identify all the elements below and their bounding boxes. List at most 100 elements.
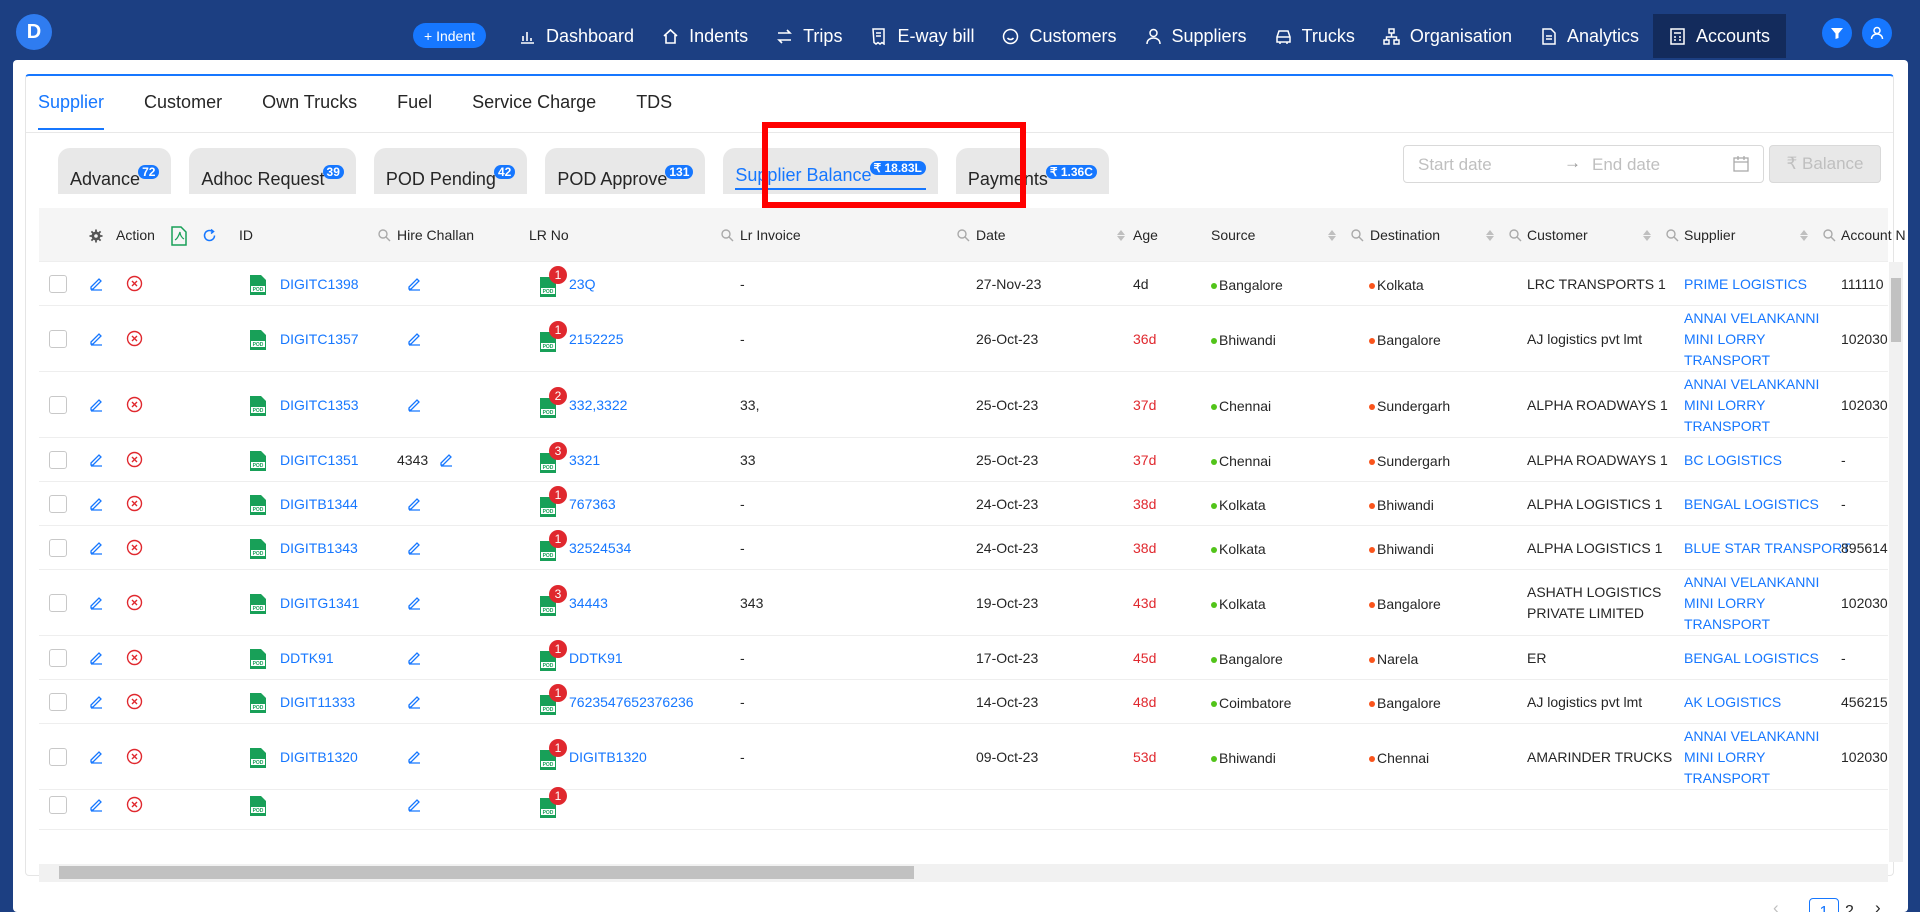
supplier-link[interactable]: ANNAI VELANKANNI [1684,310,1819,326]
search-icon[interactable] [1508,228,1522,242]
edit-challan-icon[interactable] [407,331,422,349]
source-sort-icon[interactable] [1322,226,1336,244]
edit-challan-icon[interactable] [407,496,422,514]
trip-id-link[interactable]: DIGITG1341 [280,595,359,611]
next-page-icon[interactable]: › [1875,898,1881,912]
subtab-adhoc-request[interactable]: Adhoc Request 39 [189,148,356,194]
pod-file-icon[interactable]: POD [249,274,267,296]
supplier-link[interactable]: BLUE STAR TRANSPORT [1684,540,1850,556]
supplier-sort-icon[interactable] [1794,226,1808,244]
subtab-pod-approve[interactable]: POD Approve 131 [545,148,706,194]
trip-id-link[interactable]: DIGITC1353 [280,397,359,413]
trip-id-link[interactable]: DIGITC1398 [280,276,359,292]
lr-no-link[interactable]: 3321 [569,452,600,468]
nav-dashboard[interactable]: Dashboard [505,14,648,58]
edit-icon[interactable] [89,276,104,294]
edit-challan-icon[interactable] [407,276,422,294]
row-checkbox[interactable] [49,451,67,469]
pod-file-icon[interactable]: POD [249,795,267,817]
table-row[interactable]: POD DIGITG1341 POD 3 34443 343 19-Oct-23 43d Kol… [39,570,1888,636]
lr-no-link[interactable]: 2152225 [569,331,624,347]
edit-icon[interactable] [89,797,104,815]
supplier-link[interactable]: TRANSPORT [1684,352,1770,368]
table-row[interactable]: POD DIGITC1351 4343 POD 3 3321 33 25-Oct-23 37d C… [39,438,1888,482]
tab-tds[interactable]: TDS [636,92,672,130]
supplier-link[interactable]: PRIME LOGISTICS [1684,276,1807,292]
balance-button[interactable]: ₹ Balance [1769,145,1881,183]
nav-indents[interactable]: Indents [648,14,762,58]
supplier-link[interactable]: TRANSPORT [1684,418,1770,434]
table-row[interactable]: POD DIGITC1353 POD 2 332,3322 33, 25-Oct-23 37d… [39,372,1888,438]
nav-trips[interactable]: Trips [762,14,856,58]
edit-icon[interactable] [89,397,104,415]
supplier-link[interactable]: MINI LORRY [1684,749,1765,765]
delete-icon[interactable] [126,451,143,471]
app-logo[interactable]: D [16,14,52,50]
tab-fuel[interactable]: Fuel [397,92,432,130]
pod-file-icon[interactable]: POD [249,747,267,769]
delete-icon[interactable] [126,594,143,614]
edit-icon[interactable] [89,749,104,767]
tab-own-trucks[interactable]: Own Trucks [262,92,357,130]
row-checkbox[interactable] [49,796,67,814]
row-checkbox[interactable] [49,649,67,667]
lr-no-link[interactable]: 23Q [569,276,595,292]
edit-challan-icon[interactable] [407,797,422,815]
add-indent-button[interactable]: + Indent [413,23,486,48]
edit-icon[interactable] [89,650,104,668]
row-checkbox[interactable] [49,330,67,348]
pdf-export-icon[interactable] [171,226,187,246]
trip-id-link[interactable]: DIGITB1344 [280,496,358,512]
nav-accounts[interactable]: Accounts [1653,14,1787,58]
tab-service-charge[interactable]: Service Charge [472,92,596,130]
subtab-advance[interactable]: Advance 72 [58,148,172,194]
delete-icon[interactable] [126,748,143,768]
trip-id-link[interactable]: DIGITC1357 [280,331,359,347]
tab-customer[interactable]: Customer [144,92,222,130]
edit-challan-icon[interactable] [407,595,422,613]
col-customer[interactable]: Customer [1527,226,1588,244]
supplier-link[interactable]: MINI LORRY [1684,595,1765,611]
lr-no-link[interactable]: DIGITB1320 [569,749,647,765]
trip-id-link[interactable]: DIGITB1343 [280,540,358,556]
edit-challan-icon[interactable] [407,749,422,767]
table-row[interactable]: POD DIGITB1343 POD 1 32524534 - 24-Oct-23 38d Ko… [39,526,1888,570]
supplier-link[interactable]: BENGAL LOGISTICS [1684,496,1819,512]
search-icon[interactable] [956,228,970,242]
table-row[interactable]: POD DIGIT11333 POD 1 7623547652376236 - 14-Oct… [39,680,1888,724]
date-range-picker[interactable]: Start date → End date [1403,145,1764,183]
table-row[interactable]: POD DIGITC1357 POD 1 2152225 - 26-Oct-23 36d Bhi… [39,306,1888,372]
edit-challan-icon[interactable] [407,397,422,415]
delete-icon[interactable] [126,796,143,816]
settings-gear-icon[interactable] [89,229,103,243]
table-row[interactable]: POD DIGITB1320 POD 1 DIGITB1320-09-Oct-23 53d… [39,724,1888,790]
col-date[interactable]: Date [976,226,1006,244]
supplier-link[interactable]: TRANSPORT [1684,770,1770,786]
nav-organisation[interactable]: Organisation [1369,14,1526,58]
trip-id-link[interactable]: DIGIT11333 [280,694,355,710]
edit-challan-icon[interactable] [439,452,454,470]
table-row[interactable]: POD DIGITC1398 POD 1 23Q - 27-Nov-23 4d Bangalor… [39,262,1888,306]
delete-icon[interactable] [126,649,143,669]
pod-file-icon[interactable]: POD [249,395,267,417]
page-1-button[interactable]: 1 [1809,898,1839,912]
end-date-input[interactable]: End date [1592,155,1660,175]
search-icon[interactable] [1665,228,1679,242]
start-date-input[interactable]: Start date [1418,155,1492,175]
subtab-pod-pending[interactable]: POD Pending 42 [373,148,528,194]
row-checkbox[interactable] [49,748,67,766]
delete-icon[interactable] [126,396,143,416]
trip-id-link[interactable]: DIGITB1320 [280,749,358,765]
row-checkbox[interactable] [49,275,67,293]
delete-icon[interactable] [126,495,143,515]
col-destination[interactable]: Destination [1370,226,1440,244]
row-checkbox[interactable] [49,539,67,557]
pod-file-icon[interactable]: POD [249,593,267,615]
delete-icon[interactable] [126,693,143,713]
edit-icon[interactable] [89,540,104,558]
edit-challan-icon[interactable] [407,694,422,712]
edit-challan-icon[interactable] [407,540,422,558]
edit-icon[interactable] [89,595,104,613]
edit-icon[interactable] [89,496,104,514]
filter-icon[interactable] [1822,18,1852,48]
